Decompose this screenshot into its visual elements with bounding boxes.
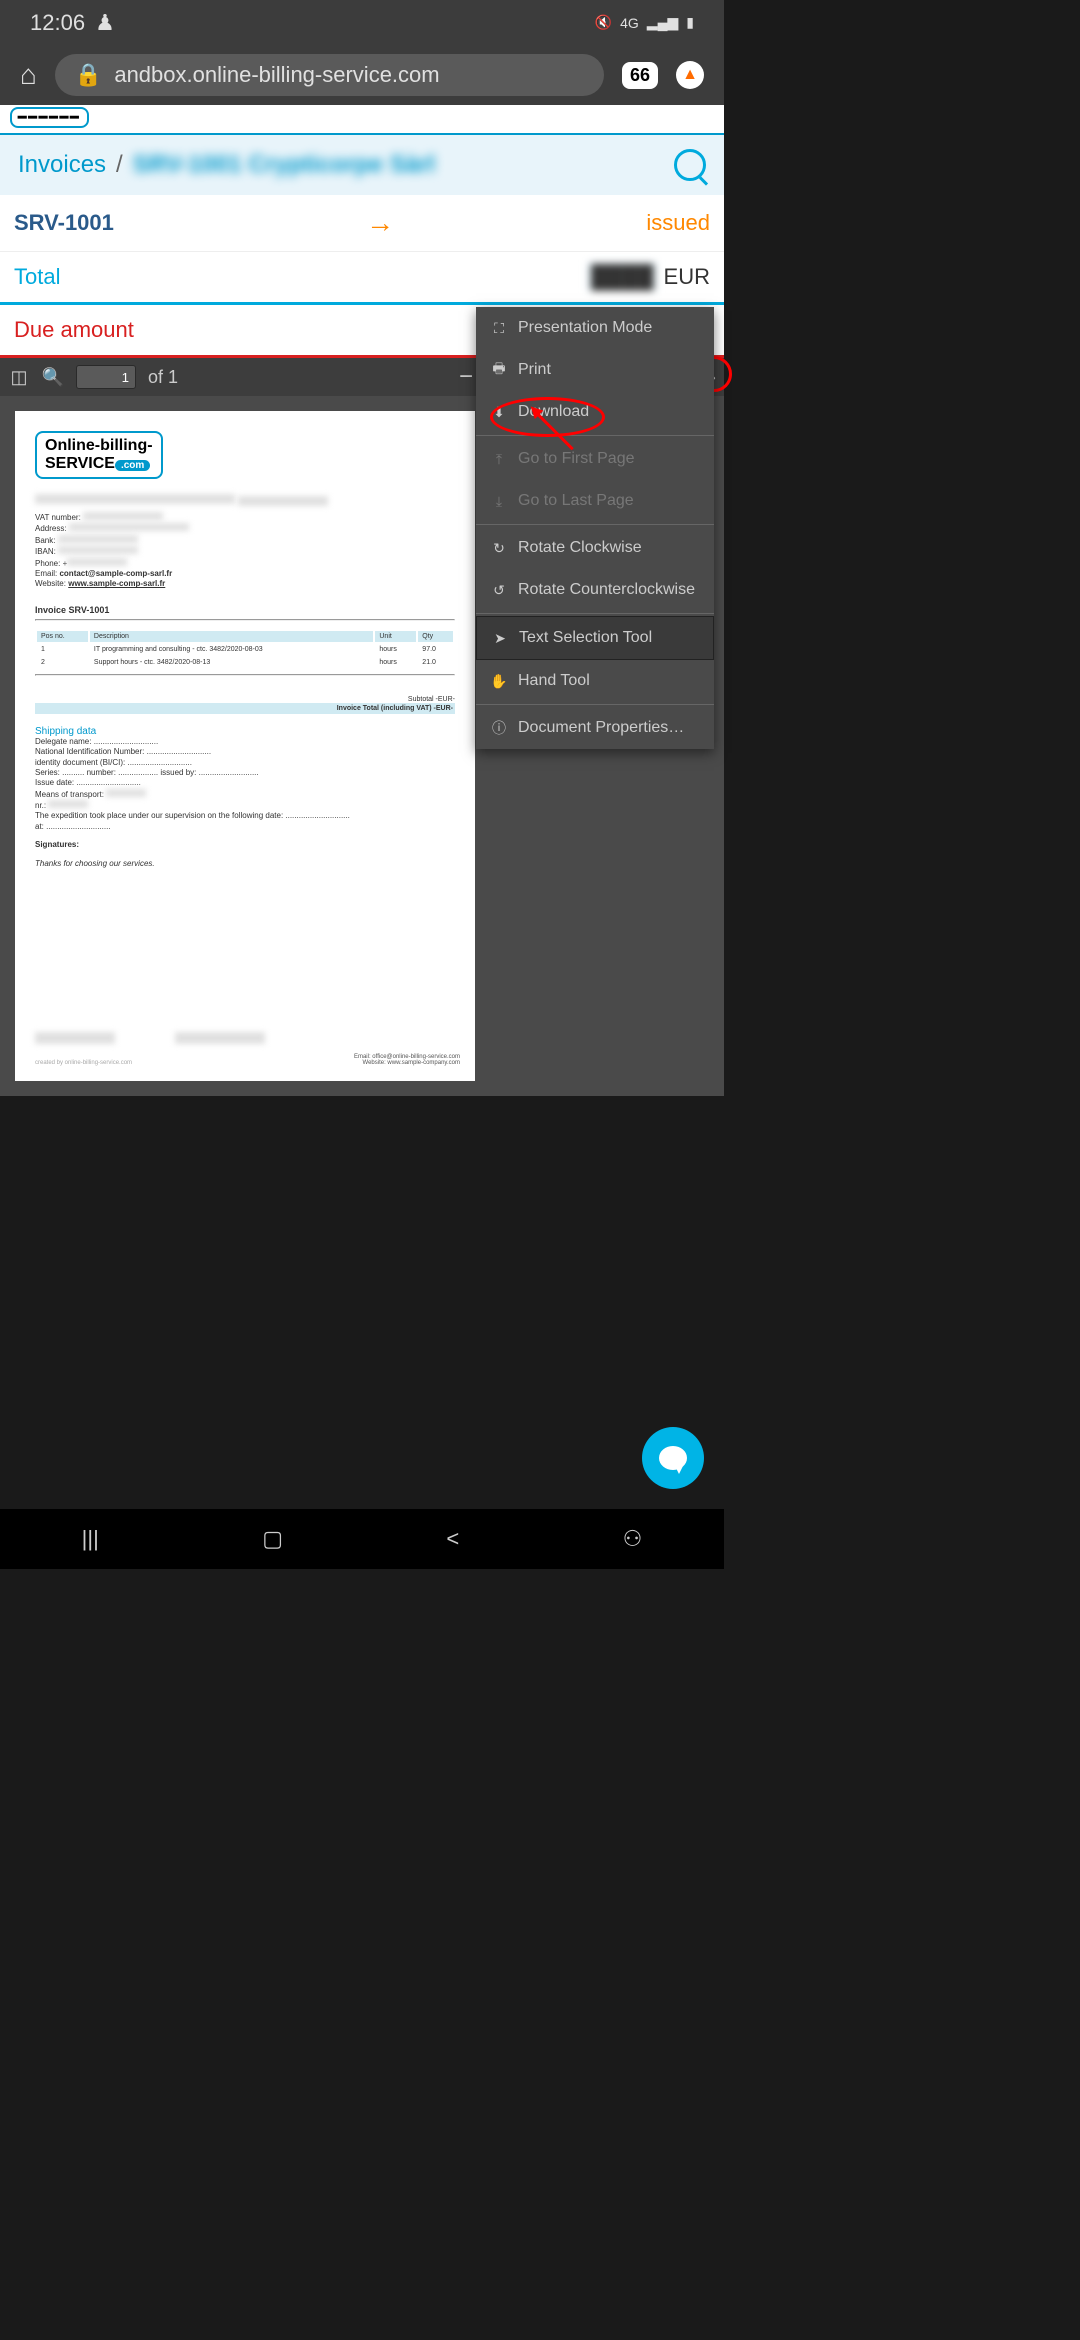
- status-bar: 12:06 ♟ 🔇 4G ▂▄▆ ▮: [0, 0, 724, 45]
- lock-icon: 🔒: [75, 62, 102, 88]
- rotate-ccw-icon: ↺: [490, 581, 508, 599]
- arrow-icon: →: [366, 207, 394, 239]
- status-icon: ♟: [95, 10, 115, 36]
- info-icon: ⓘ: [490, 719, 508, 737]
- menu-last-page[interactable]: ⤓ Go to Last Page: [476, 480, 714, 522]
- breadcrumb: Invoices / SRV-1001 Crypticorpe Sàrl: [0, 135, 724, 195]
- total-amount: ████ EUR: [587, 264, 710, 290]
- signal-icon: ▂▄▆: [647, 14, 678, 31]
- table-row: 2 Support hours - ctc. 3482/2020-08-13 h…: [37, 657, 453, 668]
- android-nav-bar: ||| ▢ < ⚇: [0, 1509, 724, 1569]
- network-label: 4G: [620, 15, 639, 31]
- menu-presentation-mode[interactable]: ⛶ Presentation Mode: [476, 307, 714, 349]
- recent-apps-button[interactable]: |||: [82, 1526, 99, 1552]
- url-bar[interactable]: 🔒 andbox.online-billing-service.com: [55, 54, 604, 96]
- back-button[interactable]: <: [446, 1526, 459, 1552]
- first-page-icon: ⤒: [490, 450, 508, 468]
- pdf-invoice-title: Invoice SRV-1001: [35, 605, 455, 615]
- chat-icon: [659, 1446, 687, 1470]
- url-text: andbox.online-billing-service.com: [114, 62, 439, 88]
- annotation-oval: [490, 397, 605, 437]
- expand-icon: ⛶: [490, 319, 508, 337]
- invoice-id: SRV-1001: [14, 210, 114, 236]
- chat-button[interactable]: [642, 1427, 704, 1489]
- breadcrumb-separator: /: [116, 151, 123, 179]
- search-tool-icon[interactable]: 🔍: [42, 366, 64, 388]
- accessibility-button[interactable]: ⚇: [623, 1526, 643, 1552]
- menu-hand-tool[interactable]: ✋ Hand Tool: [476, 660, 714, 702]
- home-icon[interactable]: ⌂: [20, 59, 37, 91]
- home-button[interactable]: ▢: [262, 1526, 283, 1552]
- table-row: 1 IT programming and consulting - ctc. 3…: [37, 644, 453, 655]
- pdf-page: Online-billing- SERVICE.com VAT number: …: [15, 411, 475, 1081]
- pdf-footer: Email: office@online-billing-service.com…: [354, 1054, 460, 1066]
- invoice-status: issued: [646, 210, 710, 236]
- page-input[interactable]: [76, 365, 136, 389]
- pdf-line-items-table: Pos no. Description Unit Qty 1 IT progra…: [35, 629, 455, 670]
- menu-doc-properties[interactable]: ⓘ Document Properties…: [476, 707, 714, 749]
- menu-rotate-ccw[interactable]: ↺ Rotate Counterclockwise: [476, 569, 714, 611]
- update-icon[interactable]: ▲: [676, 61, 704, 89]
- total-row: Total ████ EUR: [0, 252, 724, 305]
- print-icon: 🖶: [490, 361, 508, 379]
- page-header: ━━━━━━: [0, 105, 724, 135]
- page-total: of 1: [148, 367, 178, 388]
- menu-print[interactable]: 🖶 Print: [476, 349, 714, 391]
- breadcrumb-invoices[interactable]: Invoices: [18, 151, 106, 179]
- menu-rotate-cw[interactable]: ↻ Rotate Clockwise: [476, 527, 714, 569]
- search-icon[interactable]: [674, 149, 706, 181]
- logo-partial: ━━━━━━: [10, 107, 89, 128]
- total-label: Total: [14, 264, 60, 290]
- cursor-icon: ➤: [491, 629, 509, 647]
- sidebar-toggle-icon[interactable]: ◫: [8, 366, 30, 388]
- pdf-context-menu: ⛶ Presentation Mode 🖶 Print ⬇ Download ⤒…: [476, 307, 714, 749]
- invoice-header-row: SRV-1001 → issued: [0, 195, 724, 252]
- breadcrumb-current: SRV-1001 Crypticorpe Sàrl: [133, 151, 435, 179]
- due-label: Due amount: [14, 317, 134, 343]
- status-time: 12:06: [30, 10, 85, 36]
- browser-bar: ⌂ 🔒 andbox.online-billing-service.com 66…: [0, 45, 724, 105]
- menu-text-selection[interactable]: ➤ Text Selection Tool: [476, 616, 714, 660]
- last-page-icon: ⤓: [490, 492, 508, 510]
- hand-icon: ✋: [490, 672, 508, 690]
- pdf-logo: Online-billing- SERVICE.com: [35, 431, 163, 479]
- shipping-header: Shipping data: [35, 726, 455, 737]
- rotate-cw-icon: ↻: [490, 539, 508, 557]
- battery-icon: ▮: [686, 14, 694, 31]
- menu-first-page[interactable]: ⤒ Go to First Page: [476, 438, 714, 480]
- tab-count[interactable]: 66: [622, 62, 658, 89]
- mute-icon: 🔇: [595, 14, 612, 31]
